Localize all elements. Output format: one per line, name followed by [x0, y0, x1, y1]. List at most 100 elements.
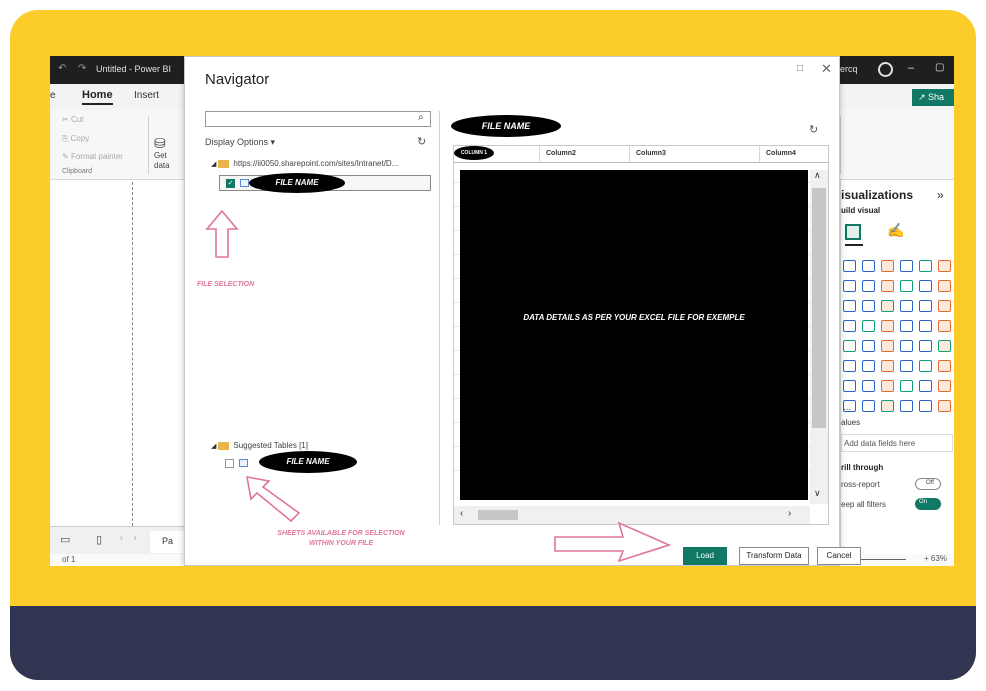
scrollbar-thumb[interactable]	[812, 188, 826, 428]
column-header[interactable]: Column3	[630, 146, 760, 162]
tab-home[interactable]: Home	[82, 89, 113, 105]
chevron-up-icon[interactable]: ∧	[814, 170, 821, 181]
visual-type-icon[interactable]	[938, 380, 951, 392]
visual-type-icon[interactable]	[919, 400, 932, 412]
visual-type-icon[interactable]	[881, 340, 894, 352]
visual-type-icon[interactable]	[900, 260, 913, 272]
visual-type-icon[interactable]	[938, 320, 951, 332]
expand-pane-icon[interactable]: »	[937, 188, 944, 202]
visual-type-icon[interactable]	[881, 400, 894, 412]
visual-type-icon[interactable]	[938, 260, 951, 272]
visual-type-icon[interactable]	[919, 280, 932, 292]
visual-type-icon[interactable]	[862, 360, 875, 372]
tree-node-suggested[interactable]: ◢ Suggested Tables [1]	[211, 441, 308, 450]
visual-type-icon[interactable]	[938, 400, 951, 412]
tab-file[interactable]: e	[50, 90, 56, 101]
minimize-icon[interactable]: –	[908, 62, 914, 74]
visual-type-icon[interactable]	[862, 340, 875, 352]
tree-node-source[interactable]: ◢ https://ii0050.sharepoint.com/sites/Int…	[211, 159, 398, 168]
visual-type-icon[interactable]	[919, 360, 932, 372]
visual-type-icon[interactable]	[938, 340, 951, 352]
redo-icon[interactable]: ↷	[78, 63, 86, 74]
refresh-icon[interactable]: ↻	[417, 135, 426, 148]
page-tab[interactable]: Pa	[150, 531, 188, 553]
visual-type-icon[interactable]	[900, 300, 913, 312]
undo-icon[interactable]: ↶	[58, 63, 66, 74]
visual-type-icon[interactable]	[862, 260, 875, 272]
copy-button[interactable]: ⎘ Copy	[62, 134, 89, 144]
table-checkbox[interactable]	[225, 459, 234, 468]
visual-type-icon[interactable]	[881, 380, 894, 392]
visual-type-icon[interactable]	[881, 320, 894, 332]
visual-type-icon[interactable]	[919, 260, 932, 272]
get-data-button[interactable]: ⛁ Get data	[154, 136, 170, 171]
visual-type-icon[interactable]	[881, 260, 894, 272]
visual-type-icon[interactable]	[938, 360, 951, 372]
desktop-view-icon[interactable]: ▭	[60, 533, 70, 546]
file-checkbox[interactable]: ✓	[226, 179, 235, 188]
next-page-icon[interactable]: ›	[134, 533, 137, 542]
visual-type-icon[interactable]	[919, 340, 932, 352]
visual-type-icon[interactable]	[843, 360, 856, 372]
visual-type-icon[interactable]	[843, 340, 856, 352]
more-visuals-button[interactable]: ...	[843, 402, 851, 413]
visual-type-icon[interactable]	[881, 360, 894, 372]
visual-type-icon[interactable]	[862, 320, 875, 332]
close-icon[interactable]: ✕	[821, 61, 832, 77]
visual-type-icon[interactable]	[919, 380, 932, 392]
visual-type-icon[interactable]	[843, 260, 856, 272]
visual-type-icon[interactable]	[900, 400, 913, 412]
visual-type-icon[interactable]	[862, 400, 875, 412]
chevron-down-icon[interactable]: ∨	[814, 488, 821, 499]
column-header[interactable]: Column2	[540, 146, 630, 162]
visual-type-icon[interactable]	[862, 280, 875, 292]
visual-type-icon[interactable]	[938, 300, 951, 312]
values-well[interactable]: Add data fields here	[841, 434, 953, 452]
visual-type-icon[interactable]	[843, 380, 856, 392]
search-input[interactable]: ⌕	[205, 111, 431, 127]
visual-type-icon[interactable]	[843, 320, 856, 332]
visual-type-icon[interactable]	[900, 320, 913, 332]
cut-button[interactable]: ✂ Cut	[62, 115, 83, 124]
zoom-slider[interactable]	[856, 559, 906, 560]
visual-type-icon[interactable]	[919, 300, 932, 312]
visual-type-icon[interactable]	[881, 300, 894, 312]
build-visual-icon[interactable]	[845, 224, 861, 240]
prev-page-icon[interactable]: ‹	[120, 533, 123, 542]
scrollbar-thumb[interactable]	[478, 510, 518, 520]
keep-filters-toggle[interactable]: On	[915, 498, 941, 510]
visual-type-icon[interactable]	[900, 280, 913, 292]
vertical-scrollbar[interactable]: ∧ ∨	[810, 170, 828, 504]
visual-type-icon[interactable]	[881, 280, 894, 292]
avatar[interactable]	[878, 62, 893, 77]
visual-type-icon[interactable]	[900, 340, 913, 352]
visual-type-icon[interactable]	[862, 300, 875, 312]
load-button[interactable]: Load	[683, 547, 727, 565]
chevron-right-icon[interactable]: ›	[788, 508, 791, 519]
refresh-preview-icon[interactable]: ↻	[809, 123, 818, 136]
visual-type-icon[interactable]	[900, 360, 913, 372]
search-icon[interactable]: ⌕	[418, 112, 424, 123]
tab-insert[interactable]: Insert	[134, 90, 159, 101]
visual-type-icon[interactable]	[843, 280, 856, 292]
expand-triangle-icon[interactable]: ◢	[211, 443, 216, 450]
navigator-dialog: Navigator □ ✕ ⌕ Display Options ▾ ↻ ◢ htt…	[184, 56, 861, 566]
visual-type-icon[interactable]	[919, 320, 932, 332]
visual-type-icon[interactable]	[938, 280, 951, 292]
format-painter-button[interactable]: ✎ Format painter	[62, 152, 123, 161]
maximize-icon[interactable]: ▢	[935, 62, 944, 73]
transform-data-button[interactable]: Transform Data	[739, 547, 809, 565]
mobile-view-icon[interactable]: ▯	[96, 533, 102, 546]
cancel-button[interactable]: Cancel	[817, 547, 861, 565]
visual-type-icon[interactable]	[862, 380, 875, 392]
chevron-left-icon[interactable]: ‹	[460, 508, 463, 519]
cross-report-toggle[interactable]: Off	[915, 478, 941, 490]
format-visual-icon[interactable]: ✍	[887, 222, 904, 239]
maximize-icon[interactable]: □	[797, 63, 803, 74]
visual-type-icon[interactable]	[843, 300, 856, 312]
display-options-dropdown[interactable]: Display Options ▾	[205, 137, 275, 148]
visual-type-icon[interactable]	[900, 380, 913, 392]
expand-triangle-icon[interactable]: ◢	[211, 161, 216, 168]
share-button[interactable]: ↗ Sha	[912, 89, 954, 106]
column-header[interactable]: Column4	[760, 146, 828, 162]
